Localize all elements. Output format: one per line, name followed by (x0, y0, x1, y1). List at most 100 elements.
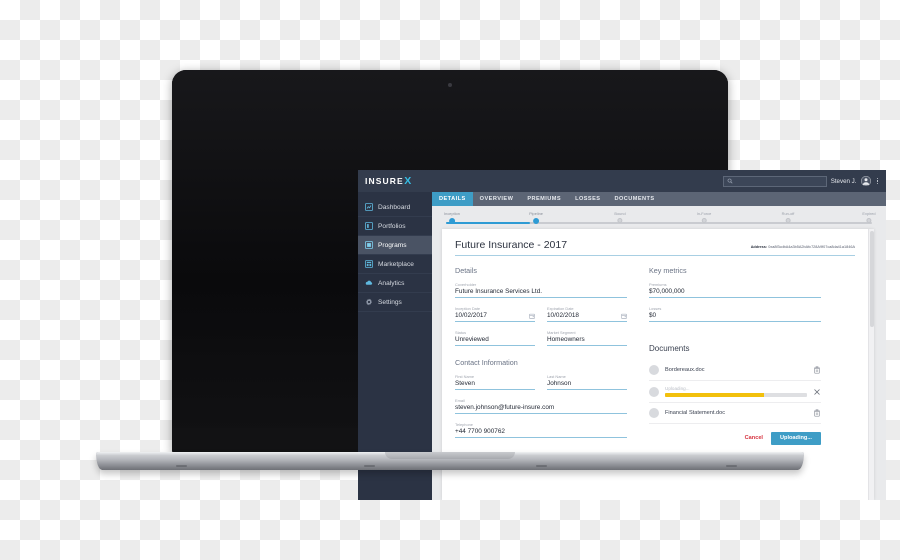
field-value: $70,000,000 (649, 288, 821, 299)
trash-icon[interactable] (813, 366, 821, 374)
contact-heading: Contact Information (455, 358, 518, 368)
tab-details[interactable]: DETAILS (432, 192, 473, 206)
tab-losses[interactable]: LOSSES (568, 192, 607, 206)
document-thumb-icon (649, 407, 659, 418)
step-pipeline[interactable]: Pipeline (529, 211, 543, 224)
document-row[interactable]: Bordereaux.doc (649, 360, 821, 382)
document-thumb-icon (649, 386, 659, 397)
logo-text: INSURE (365, 176, 404, 186)
field-first-name[interactable]: First Name Steven (455, 374, 535, 391)
step-dot-icon (448, 218, 455, 224)
document-name: Financial Statement.doc (665, 409, 726, 416)
gear-icon (366, 298, 372, 306)
kebab-menu-icon[interactable] (875, 177, 881, 185)
sidebar-item-label: Dashboard (378, 203, 411, 211)
tab-premiums[interactable]: PREMIUMS (520, 192, 568, 206)
user-name-label[interactable]: Steven J. (831, 178, 857, 185)
step-dot-icon (785, 218, 791, 223)
calendar-icon[interactable] (529, 313, 535, 319)
name-row: First Name Steven Last Name Johnson (455, 374, 627, 398)
vertical-scrollbar[interactable] (868, 229, 874, 500)
field-value-wrap: 10/02/2018 (547, 312, 627, 323)
sidebar-item-settings[interactable]: Settings (358, 293, 432, 312)
base-foot (364, 465, 375, 467)
base-notch (385, 452, 515, 459)
calendar-icon[interactable] (621, 313, 627, 319)
field-premiums[interactable]: Premiums $70,000,000 (649, 282, 821, 299)
field-coverholder[interactable]: Coverholder Future Insurance Services Lt… (455, 282, 627, 299)
field-value: Unreviewed (455, 336, 535, 347)
field-value: Johnson (547, 380, 627, 391)
field-label: Premiums (649, 282, 667, 288)
cancel-button[interactable]: Cancel (745, 435, 763, 441)
sidebar-item-portfolios[interactable]: Portfolios (358, 217, 432, 236)
step-in-force[interactable]: In-Force (696, 211, 712, 223)
close-icon[interactable] (813, 388, 821, 396)
laptop-base (96, 452, 804, 470)
storefront-icon (365, 260, 373, 268)
field-inception-date[interactable]: Inception Date 10/02/2017 (455, 306, 535, 323)
document-name: Bordereaux.doc (665, 367, 705, 374)
field-last-name[interactable]: Last Name Johnson (547, 374, 627, 391)
step-label: Pipeline (529, 211, 543, 216)
search-icon (727, 178, 733, 184)
form-columns: Details Coverholder Future Insurance Ser… (455, 266, 855, 446)
base-foot (536, 465, 547, 467)
app-logo[interactable]: INSURE X (365, 175, 411, 187)
search-input[interactable] (722, 175, 827, 187)
field-losses[interactable]: Losses $0 (649, 306, 821, 323)
field-value: Homeowners (547, 336, 627, 347)
address-value: 0xa8f3cdbA4a3b5A2bAfc728A9f07ca8da41a184… (768, 245, 855, 249)
field-expiration-date[interactable]: Expiration Date 10/02/2018 (547, 306, 627, 323)
step-label: Expired (862, 211, 876, 216)
upload-progress-bar (665, 393, 807, 397)
trash-icon[interactable] (813, 409, 821, 417)
chart-icon (365, 203, 373, 211)
field-market-segment[interactable]: Market Segment Homeowners (547, 330, 627, 347)
document-row[interactable]: Financial Statement.doc (649, 403, 821, 424)
step-dot-icon (701, 218, 707, 223)
scrollbar-thumb[interactable] (870, 231, 874, 327)
laptop-lid: INSURE X Steven J. Dashboard Portfolios … (172, 70, 886, 500)
upload-button[interactable]: Uploading... (770, 431, 821, 445)
field-status[interactable]: Status Unreviewed (455, 330, 535, 347)
field-email[interactable]: Email steven.johnson@future-insure.com (455, 398, 627, 415)
step-label: Run-off (781, 211, 795, 216)
tab-label: PREMIUMS (527, 196, 562, 202)
sidebar-item-marketplace[interactable]: Marketplace (358, 255, 432, 274)
topbar-right-group: Steven J. (722, 175, 881, 187)
sidebar-item-label: Analytics (378, 279, 405, 287)
step-label: In-Force (696, 211, 712, 216)
field-label: Inception Date (455, 306, 481, 312)
logo-accent: X (404, 175, 412, 187)
tab-overview[interactable]: OVERVIEW (473, 192, 521, 206)
document-actions: Cancel Uploading... (649, 431, 821, 445)
cloud-icon (365, 280, 373, 285)
documents-heading: Documents (649, 344, 690, 354)
laptop-mockup: INSURE X Steven J. Dashboard Portfolios … (0, 0, 900, 560)
field-label: Email (455, 398, 465, 404)
user-avatar-icon[interactable] (860, 176, 871, 186)
step-inception[interactable]: Inception (444, 211, 460, 224)
field-value: 10/02/2017 (455, 312, 487, 320)
field-value: $0 (649, 312, 821, 323)
page-title: Future Insurance - 2017 (455, 239, 568, 251)
sidebar-item-label: Settings (378, 298, 402, 306)
step-expired[interactable]: Expired (862, 211, 876, 223)
step-dot-icon (866, 218, 872, 223)
step-label: Inception (444, 211, 460, 216)
tab-label: OVERVIEW (479, 196, 514, 202)
document-thumb-icon (649, 365, 659, 376)
sidebar-item-programs[interactable]: Programs (358, 236, 432, 255)
field-telephone[interactable]: Telephone +44 7700 900762 (455, 422, 627, 439)
sidebar-item-label: Marketplace (378, 260, 414, 268)
sidebar-item-analytics[interactable]: Analytics (358, 274, 432, 293)
step-label: Bound (614, 211, 626, 216)
document-row-uploading[interactable]: Uploading... (649, 381, 821, 403)
address-label: Address: (750, 245, 768, 249)
sidebar-item-dashboard[interactable]: Dashboard (358, 198, 432, 217)
step-run-off[interactable]: Run-off (781, 211, 795, 223)
upload-progress-wrap: Uploading... (665, 386, 807, 397)
tab-documents[interactable]: DOCUMENTS (607, 192, 661, 206)
step-bound[interactable]: Bound (614, 211, 626, 223)
